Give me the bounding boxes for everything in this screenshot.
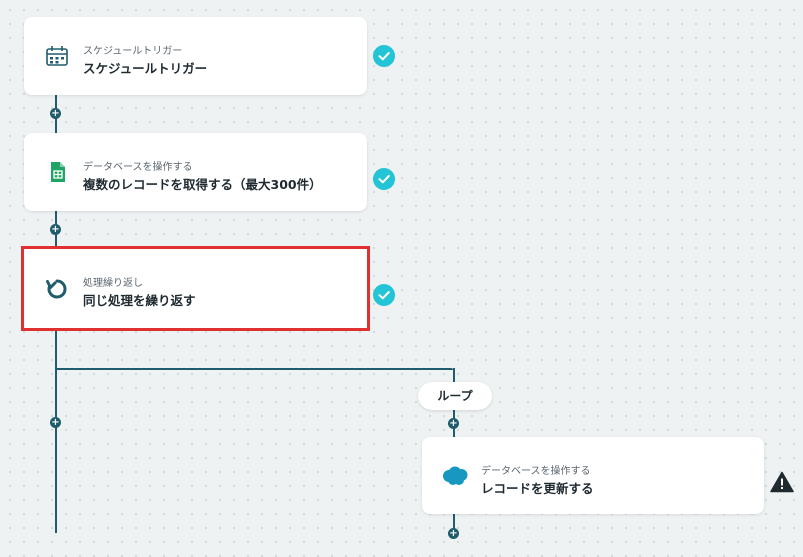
step-subtitle: データベースを操作する — [83, 162, 193, 173]
loop-arrow-icon — [44, 276, 70, 302]
step-card-update-record[interactable]: データベースを操作する レコードを更新する — [422, 437, 764, 514]
add-step-button[interactable]: + — [50, 108, 61, 119]
loop-branch-line — [55, 368, 453, 370]
step-title: スケジュールトリガー — [83, 61, 208, 76]
step-card-schedule-trigger[interactable]: スケジュールトリガー スケジュールトリガー — [24, 17, 367, 95]
check-icon — [373, 45, 395, 67]
warning-icon — [770, 471, 794, 493]
loop-label[interactable]: ループ — [418, 382, 492, 410]
add-loop-step-button[interactable]: + — [448, 418, 459, 429]
step-subtitle: スケジュールトリガー — [83, 46, 183, 57]
calendar-clock-icon — [44, 43, 70, 69]
step-title: 複数のレコードを取得する（最大300件） — [83, 177, 322, 192]
check-icon — [373, 284, 395, 306]
step-subtitle: 処理繰り返し — [83, 278, 143, 289]
check-icon — [373, 168, 395, 190]
add-loop-step-button[interactable]: + — [448, 528, 459, 539]
add-step-button[interactable]: + — [50, 224, 61, 235]
step-card-get-records[interactable]: データベースを操作する 複数のレコードを取得する（最大300件） — [24, 133, 367, 211]
step-card-loop[interactable]: 処理繰り返し 同じ処理を繰り返す — [21, 246, 370, 331]
google-sheets-icon — [44, 159, 70, 185]
step-title: レコードを更新する — [481, 481, 594, 496]
add-step-button[interactable]: + — [50, 417, 61, 428]
step-subtitle: データベースを操作する — [481, 466, 591, 477]
step-title: 同じ処理を繰り返す — [83, 293, 196, 308]
salesforce-cloud-icon — [440, 463, 470, 489]
